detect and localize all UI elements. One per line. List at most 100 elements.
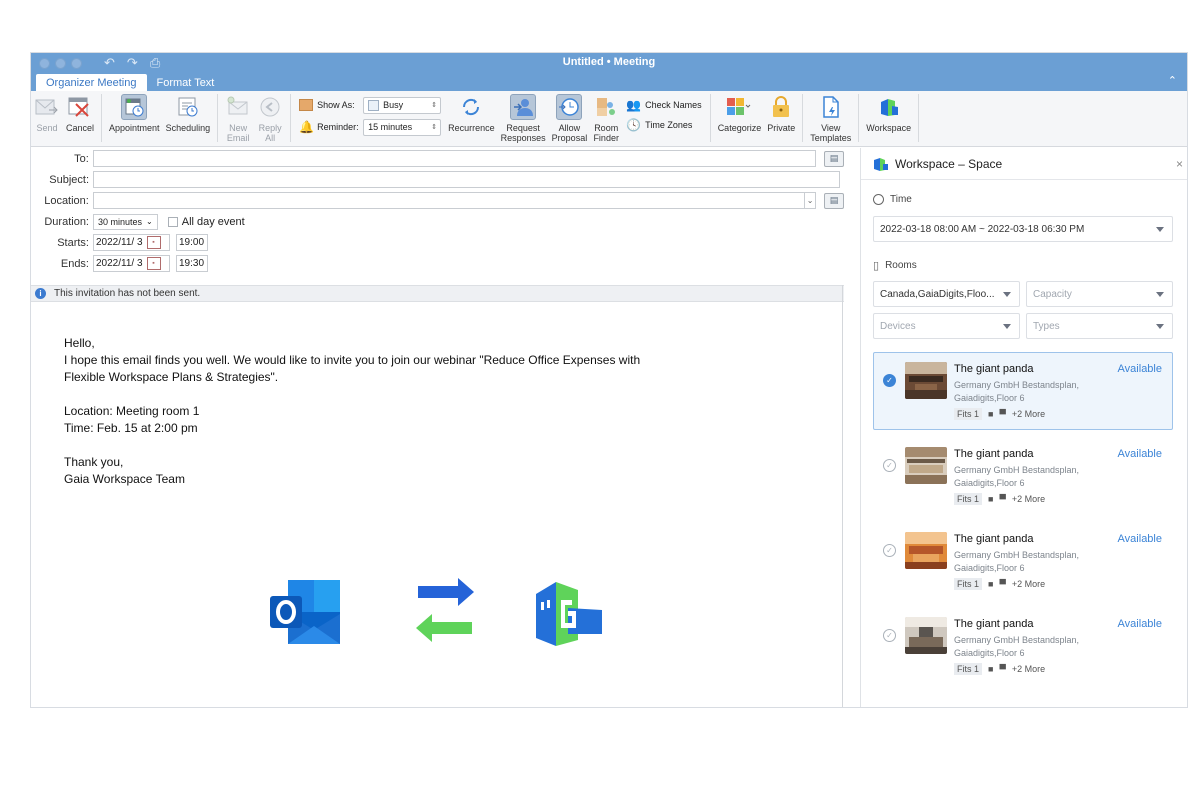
new-email-button[interactable]: New Email xyxy=(222,94,254,143)
zoom-window-button[interactable] xyxy=(71,57,82,69)
gaia-workspace-logo-icon xyxy=(536,582,602,646)
reminder-select[interactable]: 15 minutes ⇕ xyxy=(363,118,442,136)
video-camera-icon: ■ xyxy=(988,494,994,504)
display-icon: ▀ xyxy=(999,579,1006,589)
to-field[interactable] xyxy=(92,150,817,167)
templates-icon xyxy=(818,94,844,120)
body-line: Flexible Workspace Plans & Strategies". xyxy=(64,370,279,384)
divider xyxy=(217,94,219,142)
collapse-ribbon-icon[interactable]: ⌃ xyxy=(1168,74,1177,87)
redo-icon[interactable]: ↷ xyxy=(127,55,138,71)
panel-header: Workspace – Space × xyxy=(861,148,1187,180)
check-names-button[interactable]: 👥 Check Names xyxy=(626,98,701,112)
private-button[interactable]: Private xyxy=(764,94,798,133)
ends-label: Ends: xyxy=(60,257,89,270)
info-icon: i xyxy=(35,288,46,299)
location-filter[interactable]: Canada,GaiaDigits,Floo... xyxy=(873,281,1020,307)
check-icon[interactable]: ✓ xyxy=(883,374,896,387)
types-filter[interactable]: Types xyxy=(1026,313,1173,339)
categorize-icon xyxy=(726,94,752,120)
send-icon xyxy=(34,94,60,120)
start-time-field[interactable]: 19:00 xyxy=(176,234,208,251)
room-status: Available xyxy=(1117,448,1162,460)
sync-arrows-icon xyxy=(416,578,474,642)
print-icon[interactable]: ⎙ xyxy=(150,55,160,71)
show-as-select[interactable]: Busy ⇕ xyxy=(363,96,442,114)
message-body[interactable]: Hello, I hope this email finds you well.… xyxy=(64,335,744,488)
divider xyxy=(709,94,711,142)
room-finder-button[interactable]: Room Finder xyxy=(590,94,622,143)
time-zones-button[interactable]: 🕓 Time Zones xyxy=(626,118,701,132)
chevron-down-icon: ⌄ xyxy=(146,217,153,226)
minimize-window-button[interactable] xyxy=(55,57,66,69)
reply-all-button[interactable]: Reply All xyxy=(254,94,286,143)
time-zones-icon: 🕓 xyxy=(626,118,642,132)
body-line xyxy=(64,437,744,454)
close-icon[interactable]: × xyxy=(1176,157,1183,171)
starts-label: Starts: xyxy=(57,236,89,249)
divider xyxy=(101,94,103,142)
allow-proposal-button[interactable]: Allow Proposal xyxy=(549,94,591,143)
end-date-field[interactable]: 2022/11/ 3 ▪ xyxy=(93,255,170,272)
rooms-section-label: ▯ Rooms xyxy=(873,260,917,272)
quick-access-toolbar: ↶ ↷ ⎙ xyxy=(104,55,160,71)
capacity-badge: Fits 1 xyxy=(954,408,983,420)
room-location: Germany GmbH Bestandsplan, Gaiadigits,Fl… xyxy=(954,635,1080,658)
display-icon: ▀ xyxy=(999,494,1006,504)
address-book-button[interactable]: ▤ xyxy=(824,150,844,167)
info-bar: i This invitation has not been sent. xyxy=(31,285,844,302)
time-section-label: Time xyxy=(861,194,912,205)
room-card[interactable]: ✓ The giant panda Available Germany GmbH… xyxy=(873,437,1173,515)
tab-format-text[interactable]: Format Text xyxy=(147,74,225,91)
workspace-button[interactable]: Workspace xyxy=(863,94,914,133)
address-book-icon: ▤ xyxy=(829,153,839,163)
room-name: The giant panda xyxy=(954,448,1034,460)
check-icon[interactable]: ✓ xyxy=(883,629,896,642)
all-day-label: All day event xyxy=(181,215,245,228)
send-button[interactable]: Send xyxy=(31,94,63,133)
close-window-button[interactable] xyxy=(39,57,50,69)
divider xyxy=(290,94,292,142)
request-responses-button[interactable]: Request Responses xyxy=(498,94,549,143)
view-templates-button[interactable]: View Templates xyxy=(807,94,854,143)
devices-filter[interactable]: Devices xyxy=(873,313,1020,339)
all-day-checkbox[interactable] xyxy=(167,216,178,227)
tab-organizer-meeting[interactable]: Organizer Meeting xyxy=(36,74,147,91)
scheduling-icon xyxy=(175,94,201,120)
room-card[interactable]: ✓ The giant panda Available Germany GmbH… xyxy=(873,352,1173,430)
check-names-icon: 👥 xyxy=(626,98,642,112)
chevron-down-icon[interactable]: ⌄ xyxy=(804,193,815,208)
calendar-icon[interactable]: ▪ xyxy=(146,257,161,270)
end-time-field[interactable]: 19:30 xyxy=(176,255,208,272)
recurrence-button[interactable]: Recurrence xyxy=(445,94,498,133)
location-row: Location: ⌄ ▤ xyxy=(31,190,844,211)
meeting-form: To: ▤ Subject: Location: ⌄ ▤ Duration: 3… xyxy=(31,148,844,274)
check-icon[interactable]: ✓ xyxy=(883,459,896,472)
meeting-window: ↶ ↷ ⎙ Untitled • Meeting Organizer Meeti… xyxy=(30,52,1188,708)
cancel-meeting-button[interactable]: Cancel xyxy=(63,94,97,133)
subject-field[interactable] xyxy=(93,171,840,188)
time-range-select[interactable]: 2022-03-18 08:00 AM ~ 2022-03-18 06:30 P… xyxy=(873,216,1173,242)
start-date-field[interactable]: 2022/11/ 3 ▪ xyxy=(93,234,170,251)
capacity-filter[interactable]: Capacity xyxy=(1026,281,1173,307)
dropdown-triangle-icon xyxy=(1156,227,1164,232)
appointment-button[interactable]: Appointment xyxy=(106,94,163,133)
room-location: Germany GmbH Bestandsplan, Gaiadigits,Fl… xyxy=(954,550,1080,573)
integration-svg xyxy=(270,578,602,646)
scrollbar[interactable] xyxy=(842,285,843,707)
dropdown-triangle-icon xyxy=(1003,292,1011,297)
scheduling-button[interactable]: Scheduling xyxy=(163,94,214,133)
room-card[interactable]: ✓ The giant panda Available Germany GmbH… xyxy=(873,607,1173,685)
room-meta: Fits 1 ■ ▀ +2 More xyxy=(954,578,1045,590)
check-icon[interactable]: ✓ xyxy=(883,544,896,557)
clock-icon xyxy=(873,194,884,205)
room-card[interactable]: ✓ The giant panda Available Germany GmbH… xyxy=(873,522,1173,600)
duration-select[interactable]: 30 minutes ⌄ xyxy=(93,213,158,230)
categorize-button[interactable]: Categorize xyxy=(715,94,765,133)
location-field[interactable]: ⌄ xyxy=(92,192,817,209)
ends-row: Ends: 2022/11/ 3 ▪ 19:30 xyxy=(31,253,844,274)
cancel-icon xyxy=(67,94,93,120)
undo-icon[interactable]: ↶ xyxy=(104,55,115,71)
calendar-icon[interactable]: ▪ xyxy=(146,236,161,249)
room-picker-button[interactable]: ▤ xyxy=(824,192,844,209)
